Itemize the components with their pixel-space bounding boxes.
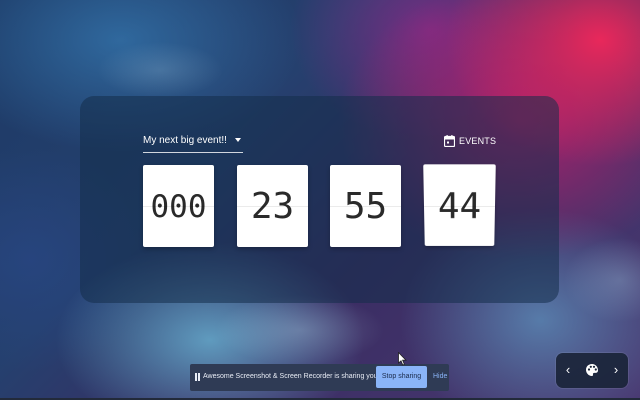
pause-icon [195,373,200,381]
countdown-minutes: 55 [343,186,388,227]
event-select[interactable]: My next big event!! [143,133,243,153]
countdown-minutes-card: 55 [330,165,401,247]
countdown-hours: 23 [250,186,295,227]
countdown-days: 000 [150,189,207,225]
event-select-label: My next big event!! [143,135,227,146]
events-button-label: EVENTS [459,136,497,146]
countdown-seconds-card: 44 [423,164,496,246]
screen-share-message: Awesome Screenshot & Screen Recorder is … [203,373,405,380]
countdown-hours-card: 23 [237,165,308,247]
dropdown-caret-icon [235,138,241,142]
screen-share-bar: Awesome Screenshot & Screen Recorder is … [190,364,449,391]
hide-button[interactable]: Hide [433,373,447,380]
calendar-icon [444,135,455,147]
countdown-seconds: 44 [437,185,482,227]
mouse-pointer-icon [398,352,407,366]
events-button[interactable]: EVENTS [441,132,497,150]
countdown-days-card: 000 [143,165,214,247]
background-nav: ‹ › [556,353,628,388]
chevron-right-icon[interactable]: › [607,361,625,379]
stop-sharing-button[interactable]: Stop sharing [376,366,427,388]
chevron-left-icon[interactable]: ‹ [559,361,577,379]
palette-icon[interactable] [583,361,601,379]
